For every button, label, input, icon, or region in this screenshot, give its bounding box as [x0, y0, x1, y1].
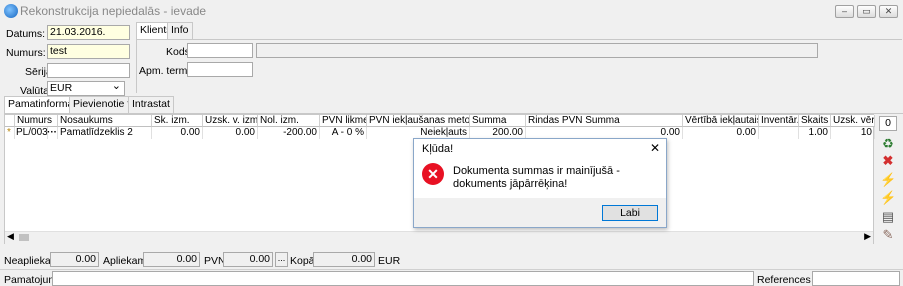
cell-skaits[interactable]: 1.00: [799, 127, 831, 139]
client-panel: Klients Info Kods: Apm. termiņš:: [136, 22, 903, 94]
pvn-field: 0.00: [223, 252, 273, 267]
count-field: 0: [879, 116, 897, 131]
valuta-value: EUR: [50, 82, 73, 94]
side-toolbar: 0 ♻ ✖ ⚡ ⚡ ▤ ✎: [877, 116, 901, 244]
dialog-close-icon[interactable]: ✕: [650, 141, 660, 155]
restore-icon: ▭: [862, 6, 871, 16]
tab-intrastat[interactable]: Intrastat: [128, 96, 174, 113]
kods-field[interactable]: [187, 43, 253, 58]
row-marker: *: [5, 127, 15, 139]
scroll-left-icon[interactable]: ◀: [7, 231, 14, 242]
table-row[interactable]: * PL/0032 ··· Pamatlīdzeklis 2 0.00 0.00…: [5, 115, 875, 140]
edit-note-icon[interactable]: ✎: [880, 227, 896, 243]
dialog-message: Dokumenta summas ir mainījušā - dokument…: [453, 165, 620, 190]
cell-pvn-likme[interactable]: A - 0 %: [320, 127, 367, 139]
cell-uzsk-v-izm[interactable]: 0.00: [203, 127, 258, 139]
car-icon[interactable]: ▤: [880, 209, 896, 225]
main-tabs: Pamatinformācija Pievienotie faili Intra…: [4, 96, 903, 114]
kods-name-field: [256, 43, 818, 58]
currency-label: EUR: [378, 255, 401, 267]
numurs-field[interactable]: test: [47, 44, 130, 59]
cell-sk-izm[interactable]: 0.00: [152, 127, 203, 139]
ellipsis-button[interactable]: ···: [47, 127, 58, 139]
scroll-thumb[interactable]: [19, 234, 29, 241]
cell-nol-izm[interactable]: -200.00: [258, 127, 320, 139]
kopa-field: 0.00: [313, 252, 375, 267]
title-bar: Rekonstrukcija nepiedalās - ievade ‒ ▭ ✕: [0, 0, 903, 22]
chevron-down-icon: ⌄: [111, 81, 121, 92]
restore-button[interactable]: ▭: [857, 5, 876, 18]
horizontal-scrollbar[interactable]: ◀ ▶: [5, 231, 873, 244]
dialog-title: Kļūda!: [422, 143, 454, 155]
numurs-label: Numurs:: [6, 47, 46, 59]
error-icon: ✕: [422, 163, 444, 185]
tab-info[interactable]: Info: [167, 22, 193, 39]
cell-numurs[interactable]: PL/0032: [15, 127, 48, 139]
error-dialog: Kļūda! ✕ ✕ Dokumenta summas ir mainījušā…: [413, 138, 667, 228]
minimize-icon: ‒: [841, 6, 847, 16]
datums-field[interactable]: 21.03.2016.: [47, 25, 130, 40]
cell-uzsk-vert[interactable]: 10: [831, 127, 875, 139]
cell-nosaukums[interactable]: Pamatlīdzeklis 2: [58, 127, 152, 139]
datums-label: Datums:: [6, 28, 46, 40]
dialog-footer: Labi: [414, 198, 666, 227]
close-icon: ✕: [884, 6, 893, 16]
delete-row-icon[interactable]: ✖: [880, 153, 896, 169]
neapliekama-field: 0.00: [50, 252, 99, 267]
add-row-icon[interactable]: ♻: [880, 136, 896, 152]
valuta-select[interactable]: EUR ⌄: [47, 81, 125, 96]
cell-vertiba-p[interactable]: 0.00: [683, 127, 759, 139]
window-title: Rekonstrukcija nepiedalās - ievade: [20, 4, 207, 18]
scroll-right-icon[interactable]: ▶: [864, 231, 871, 242]
close-button[interactable]: ✕: [879, 5, 898, 18]
ok-button[interactable]: Labi: [602, 205, 658, 221]
lightning-icon[interactable]: ⚡: [880, 172, 896, 188]
cell-inventar[interactable]: [759, 127, 799, 139]
app-icon: [4, 4, 18, 18]
lightning-green-icon[interactable]: ⚡: [880, 190, 896, 206]
apliekama-field: 0.00: [143, 252, 200, 267]
minimize-button[interactable]: ‒: [835, 5, 854, 18]
apm-termins-field[interactable]: [187, 62, 253, 77]
pvn-details-button[interactable]: ...: [275, 252, 288, 267]
serija-field[interactable]: [47, 63, 130, 78]
